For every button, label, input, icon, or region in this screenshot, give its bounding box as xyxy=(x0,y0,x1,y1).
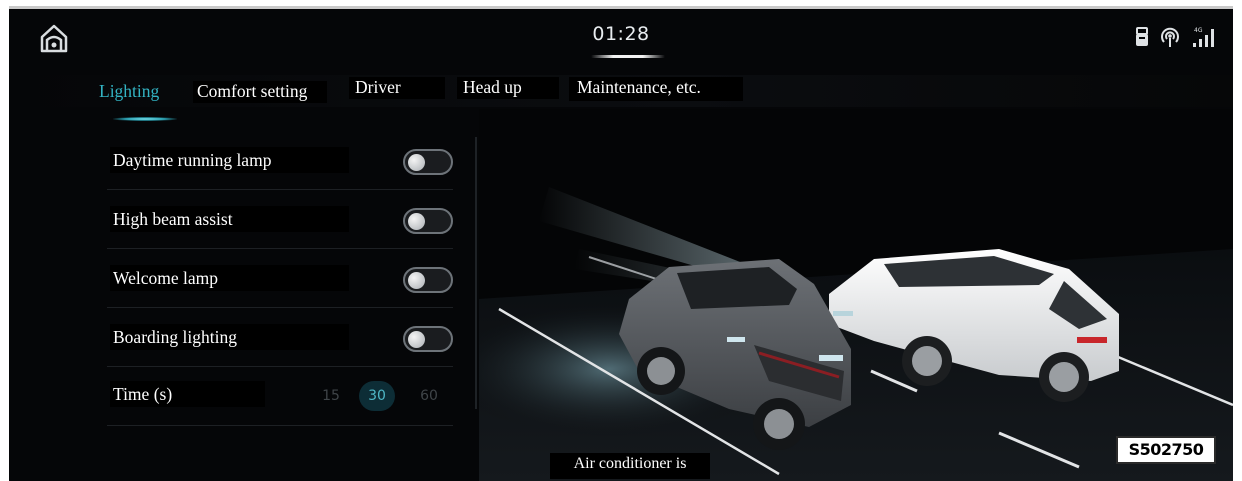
tab-lighting[interactable]: Lighting xyxy=(99,81,183,102)
setting-label: Daytime running lamp xyxy=(110,147,349,173)
wireless-icon xyxy=(1161,27,1179,47)
4g-signal-icon: 4G xyxy=(1193,27,1214,47)
toggle-knob xyxy=(408,272,425,289)
setting-label: High beam assist xyxy=(110,206,349,232)
usb-icon xyxy=(1136,27,1148,46)
tab-driver[interactable]: Driver xyxy=(349,77,445,99)
setting-row-welcome-lamp: Welcome lamp xyxy=(107,249,453,308)
tab-bar: Lighting Comfort setting Driver Head up … xyxy=(9,75,1233,107)
time-option-60[interactable]: 60 xyxy=(411,381,447,411)
infotainment-screen: 01:28 4G Lighting Comfort setting Driver… xyxy=(9,6,1233,481)
setting-label: Welcome lamp xyxy=(110,265,349,291)
setting-row-daytime-running-lamp: Daytime running lamp xyxy=(107,131,453,190)
high-beam-assist-toggle[interactable] xyxy=(403,208,453,234)
time-option-15[interactable]: 15 xyxy=(313,381,349,411)
daytime-running-lamp-toggle[interactable] xyxy=(403,149,453,175)
toggle-knob xyxy=(408,154,425,171)
clock-underline xyxy=(591,55,665,58)
toggle-knob xyxy=(408,213,425,230)
lighting-illustration xyxy=(479,109,1233,481)
status-icons: 4G xyxy=(1135,25,1217,49)
setting-row-boarding-lighting: Boarding lighting xyxy=(107,308,453,367)
tab-maintenance[interactable]: Maintenance, etc. xyxy=(569,77,743,101)
signal-type-label: 4G xyxy=(1194,27,1203,34)
time-option-30[interactable]: 30 xyxy=(359,381,395,411)
panel-divider xyxy=(475,137,477,409)
active-tab-indicator xyxy=(113,117,177,121)
setting-row-high-beam-assist: High beam assist xyxy=(107,190,453,249)
toggle-knob xyxy=(408,331,425,348)
setting-label: Boarding lighting xyxy=(110,324,349,350)
lighting-settings-list: Daytime running lamp High beam assist We… xyxy=(107,131,453,426)
clock: 01:28 xyxy=(592,23,650,45)
figure-code: S502750 xyxy=(1116,436,1216,464)
tab-head-up[interactable]: Head up xyxy=(457,77,559,99)
time-label: Time (s) xyxy=(110,381,265,407)
welcome-lamp-toggle[interactable] xyxy=(403,267,453,293)
boarding-lighting-toggle[interactable] xyxy=(403,326,453,352)
setting-row-time: Time (s) 15 30 60 xyxy=(107,367,453,426)
bottom-notification: Air conditioner is xyxy=(550,453,710,479)
tab-comfort-setting[interactable]: Comfort setting xyxy=(193,81,327,103)
